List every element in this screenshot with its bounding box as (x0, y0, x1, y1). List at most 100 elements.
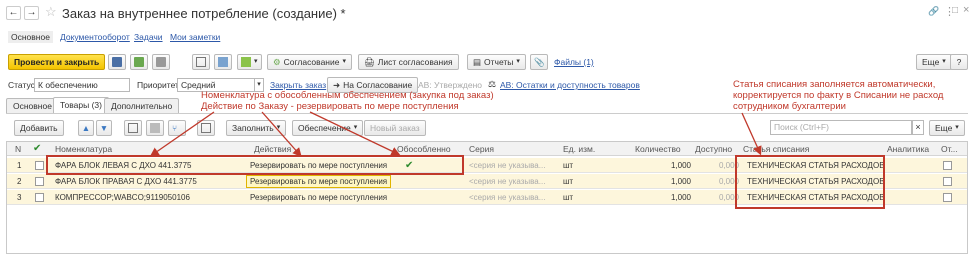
forward-button[interactable]: → (24, 6, 39, 20)
col-item[interactable]: Номенклатура (55, 142, 112, 156)
journal-icon (196, 57, 206, 67)
nav-tab-main[interactable]: Основное (8, 31, 53, 43)
doc-tab-goods[interactable]: Товары (3) (53, 97, 109, 113)
row-unit[interactable]: шт (563, 190, 573, 205)
balances-link[interactable]: АВ: Остатки и доступность товаров (500, 80, 640, 90)
col-from[interactable]: От... (941, 142, 958, 156)
post-close-button[interactable]: Провести и закрыть (8, 54, 106, 70)
clear-search-icon[interactable]: × (912, 120, 924, 135)
close-icon[interactable]: × (963, 4, 969, 16)
doc-tab-main[interactable]: Основное (6, 98, 59, 113)
row-checkbox[interactable] (35, 193, 44, 202)
row-checkbox[interactable] (35, 161, 44, 170)
attach-button[interactable]: 📎 (530, 54, 548, 70)
help-label: ? (956, 57, 962, 67)
approval-icon: ⚙ (273, 57, 281, 67)
select-icon (201, 123, 211, 133)
row-item[interactable]: ФАРА БЛОК ПРАВАЯ С ДХО 441.3775 (55, 174, 197, 189)
save-button[interactable] (108, 54, 126, 70)
journal-button[interactable] (192, 54, 210, 70)
row-from-checkbox[interactable] (943, 177, 952, 186)
maximize-icon[interactable]: □ (952, 5, 958, 16)
row-unit[interactable]: шт (563, 174, 573, 189)
more-button[interactable]: Еще ▾ (916, 54, 952, 70)
new-order-button[interactable]: Новый заказ (364, 120, 426, 136)
col-unit[interactable]: Ед. изм. (563, 142, 595, 156)
files-link[interactable]: Файлы (1) (554, 57, 594, 67)
row-number: 1 (17, 161, 22, 170)
col-action[interactable]: Действия (254, 142, 291, 156)
help-button[interactable]: ? (950, 54, 968, 70)
row-action[interactable]: Резервировать по мере поступления (250, 190, 387, 205)
chevron-down-icon: ▾ (276, 124, 281, 131)
priority-label: Приоритет: (137, 80, 182, 90)
col-n[interactable]: N (15, 142, 21, 156)
row-qty[interactable]: 1,000 (647, 158, 691, 173)
select-button[interactable] (197, 120, 215, 136)
post-button[interactable] (130, 54, 148, 70)
row-series[interactable]: <серия не указыва... (469, 174, 545, 189)
add-row-label: Добавить (20, 123, 58, 133)
nav-tab-docflow[interactable]: Документооборот (60, 32, 130, 42)
col-analytics[interactable]: Аналитика (887, 142, 929, 156)
row-action[interactable]: Резервировать по мере поступления (246, 175, 392, 188)
arrow-up-icon: ▲ (81, 123, 91, 133)
col-separate[interactable]: Обособленно (397, 142, 451, 156)
nav-tab-tasks[interactable]: Задачи (134, 32, 163, 42)
window-title: Заказ на внутреннее потребление (создани… (62, 6, 346, 21)
row-qty[interactable]: 1,000 (647, 174, 691, 189)
approval-button[interactable]: ⚙ Согласование ▾ (267, 54, 352, 70)
balances-icon: ⚖ (488, 79, 497, 89)
col-article[interactable]: Статья списания (743, 142, 809, 156)
delete-button[interactable] (146, 120, 164, 136)
back-button[interactable]: ← (6, 6, 21, 20)
row-avail: 0,000 (718, 177, 739, 186)
row-qty[interactable]: 1,000 (647, 190, 691, 205)
create-based-button[interactable]: ▾ (237, 54, 262, 70)
edit-button[interactable] (214, 54, 232, 70)
approval-label: Согласование (283, 57, 340, 67)
split-button[interactable]: ⑂ (168, 120, 186, 136)
row-series[interactable]: <серия не указыва... (469, 158, 545, 173)
search-input[interactable]: Поиск (Ctrl+F) (770, 120, 912, 135)
row-checkbox[interactable] (35, 177, 44, 186)
row-series[interactable]: <серия не указыва... (469, 190, 545, 205)
move-down-button[interactable]: ▼ (96, 120, 112, 136)
approved-status: АВ: Утверждено (418, 80, 483, 90)
unpost-doc-icon (156, 57, 166, 67)
annotation-right-line-2: корректируется по факту в Списании не ра… (733, 90, 944, 101)
supply-button[interactable]: Обеспечение ▾ (292, 120, 364, 136)
unpost-button[interactable] (152, 54, 170, 70)
move-up-button[interactable]: ▲ (78, 120, 94, 136)
table-more-label: Еще (935, 123, 953, 133)
close-order-link[interactable]: Закрыть заказ (270, 80, 326, 90)
copy-icon (128, 123, 138, 133)
row-unit[interactable]: шт (563, 158, 573, 173)
approval-sheet-button[interactable]: 🖨 Лист согласования (358, 54, 459, 70)
table-more-button[interactable]: Еще ▾ (929, 120, 965, 136)
col-series[interactable]: Серия (469, 142, 494, 156)
col-qty[interactable]: Количество (635, 142, 681, 156)
favorite-star-icon[interactable]: ☆ (45, 4, 57, 20)
nav-tab-notes[interactable]: Мои заметки (170, 32, 220, 42)
fill-button[interactable]: Заполнить ▾ (226, 120, 287, 136)
doc-tab-extra[interactable]: Дополнительно (104, 98, 180, 113)
chevron-down-icon: ▾ (342, 58, 346, 65)
highlight-row-1 (46, 155, 464, 175)
reports-button[interactable]: ▤ Отчеты ▾ (467, 54, 526, 70)
row-from-checkbox[interactable] (943, 161, 952, 170)
status-label: Статус: (8, 80, 38, 90)
copy-button[interactable] (124, 120, 142, 136)
row-from-checkbox[interactable] (943, 193, 952, 202)
col-avail[interactable]: Доступно (695, 142, 732, 156)
annotation-right-line-3: сотрудником бухгалтерии (733, 101, 846, 112)
reports-icon: ▤ (473, 57, 482, 67)
status-field[interactable]: К обеспечению (34, 78, 130, 92)
check-all-icon[interactable]: ✔ (33, 142, 41, 156)
post-close-label: Провести и закрыть (14, 57, 100, 67)
print-icon: 🖨 (364, 57, 375, 67)
row-item[interactable]: КОМПРЕССОР;WABCO;9119050106 (55, 190, 190, 205)
link-icon[interactable]: 🔗 (928, 6, 939, 17)
paperclip-icon: 📎 (534, 57, 545, 67)
add-row-button[interactable]: Добавить (14, 120, 64, 136)
